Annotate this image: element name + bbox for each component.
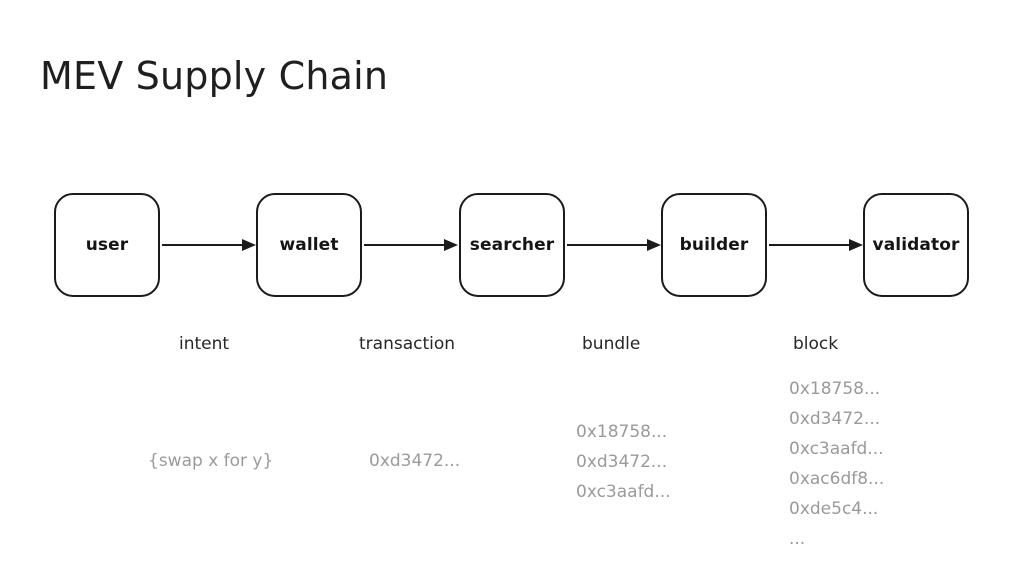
column-item: 0xd3472...: [369, 451, 461, 471]
column-item: 0xd3472...: [789, 409, 881, 429]
column-items: 0x18758... 0xd3472... 0xc3aafd... 0xac6df8.…: [789, 374, 1009, 554]
column-block: block 0x18758... 0xd3472... 0xc3aafd... 0xa…: [789, 334, 884, 550]
column-title: block: [793, 334, 839, 354]
column-bundle: bundle 0x18758... 0xd3472... 0xc3aafd...: [576, 334, 671, 503]
column-title: transaction: [359, 334, 456, 354]
column-items: 0xd3472...: [369, 446, 589, 476]
column-items: 0x18758... 0xd3472... 0xc3aafd...: [576, 417, 796, 507]
column-item: 0x18758...: [789, 379, 881, 399]
column-item: {swap x for y}: [148, 451, 274, 471]
column-title: intent: [179, 334, 230, 354]
column-item: 0xac6df8...: [789, 469, 885, 489]
column-item: 0x18758...: [576, 422, 668, 442]
column-item: 0xc3aafd...: [789, 439, 884, 459]
column-item: ...: [789, 529, 806, 549]
annotation-columns: intent {swap x for y} transaction 0xd347…: [0, 0, 1024, 575]
column-transaction: transaction 0xd3472...: [359, 334, 460, 472]
column-title: bundle: [582, 334, 641, 354]
column-item: 0xde5c4...: [789, 499, 879, 519]
diagram-canvas: MEV Supply Chain user wallet searcher bu…: [0, 0, 1024, 575]
column-intent: intent {swap x for y}: [148, 334, 273, 472]
column-item: 0xd3472...: [576, 452, 668, 472]
column-item: 0xc3aafd...: [576, 482, 671, 502]
column-items: {swap x for y}: [148, 446, 368, 476]
